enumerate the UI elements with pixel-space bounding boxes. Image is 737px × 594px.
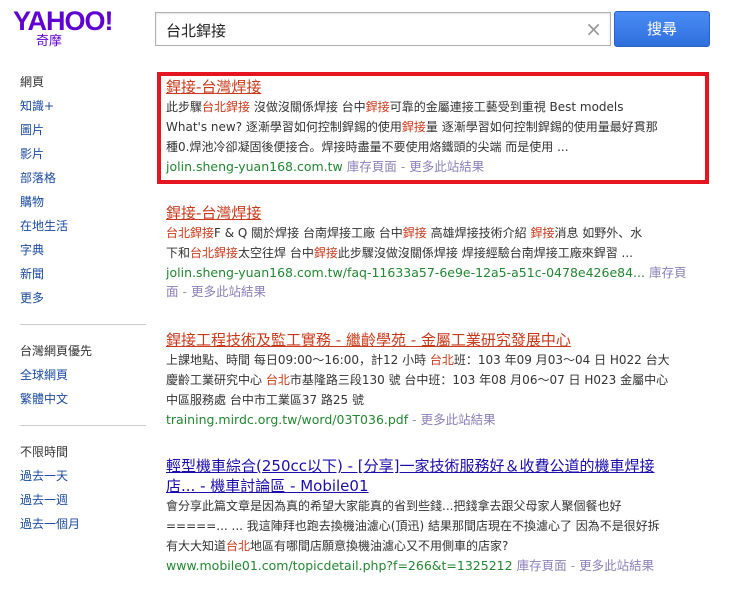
snippet-line: 中區服務處 台中市工業區37 路25 號	[166, 390, 696, 410]
snippet-keyword: 台北銲接	[166, 226, 215, 240]
snippet-keyword: 台北銲接	[190, 246, 239, 260]
sidebar-item[interactable]: 全球網頁	[20, 363, 146, 387]
result-snippet: 台北銲接F & Q 關於焊接 台南焊接工廠 台中銲接 高雄焊接技術介紹 銲接消息…	[166, 223, 696, 263]
sidebar-item[interactable]: 影片	[20, 142, 146, 166]
logo-subtext: 奇摩	[35, 34, 62, 49]
clear-icon[interactable]: ×	[585, 17, 602, 41]
sidebar-item[interactable]: 更多	[20, 286, 146, 310]
sidebar-item[interactable]: 繁體中文	[20, 387, 146, 411]
more-from-site-link[interactable]: 更多此站結果	[421, 412, 496, 427]
snippet-keyword: 銲接	[530, 226, 555, 240]
more-from-site-link[interactable]: 更多此站結果	[579, 558, 654, 573]
sidebar-item[interactable]: 過去一個月	[20, 512, 146, 536]
snippet-keyword: 銲接	[402, 226, 427, 240]
snippet-text: =====... ... 我這陣拜也跑去換機油濾心(頂迅) 結果那間店現在不換濾…	[166, 519, 660, 533]
logo-text: YAHOO!	[13, 6, 114, 36]
meta-separator: -	[182, 284, 188, 299]
snippet-keyword: 台北	[265, 373, 290, 387]
snippet-keyword: 台北	[226, 539, 251, 553]
result-title-link[interactable]: 銲接-台灣焊接	[166, 203, 696, 223]
sidebar-item-selected[interactable]: 網頁	[20, 70, 146, 94]
snippet-text: 地區有哪間店願意換機油濾心又不用側車的店家?	[250, 539, 509, 553]
result-title-link[interactable]: 輕型機車綜合(250cc以下) - [分享]一家技術服務好＆收費公道的機車焊接	[166, 456, 696, 476]
snippet-text: 中區服務處 台中市工業區37 路25 號	[166, 393, 364, 407]
search-button[interactable]: 搜尋	[614, 11, 710, 47]
result-meta: www.mobile01.com/topicdetail.php?f=266&t…	[166, 556, 696, 575]
snippet-line: =====... ... 我這陣拜也跑去換機油濾心(頂迅) 結果那間店現在不換濾…	[166, 516, 696, 536]
sidebar-item-selected[interactable]: 不限時間	[20, 440, 146, 464]
search-result: 銲接工程技術及監工實務 - 繼齡學苑 - 金屬工業研究發展中心 上課地點、時間 每…	[166, 330, 696, 429]
sidebar-item[interactable]: 在地生活	[20, 214, 146, 238]
yahoo-logo[interactable]: YAHOO! 奇摩	[13, 6, 114, 49]
sidebar-item[interactable]: 過去一天	[20, 464, 146, 488]
sidebar-item[interactable]: 新聞	[20, 262, 146, 286]
snippet-text: 班：103 年09 月03～04 日 H022 台大	[453, 353, 670, 367]
sidebar-item[interactable]: 過去一週	[20, 488, 146, 512]
result-title-link[interactable]: 店... - 機車討論區 - Mobile01	[166, 476, 696, 496]
sidebar-item-selected[interactable]: 台灣網頁優先	[20, 339, 146, 363]
result-snippet: 會分享此篇文章是因為真的希望大家能真的省到些錢...把錢拿去跟父母家人聚個餐也好…	[166, 496, 696, 556]
result-title-link[interactable]: 銲接工程技術及監工實務 - 繼齡學苑 - 金屬工業研究發展中心	[166, 330, 696, 350]
snippet-text: 市基隆路三段130 號 台中班：103 年08 月06～07 日 H023 金屬…	[289, 373, 669, 387]
sidebar-item[interactable]: 字典	[20, 238, 146, 262]
more-from-site-link[interactable]: 更多此站結果	[191, 284, 266, 299]
snippet-line: 上課地點、時間 每日09:00～16:00，計12 小時 台北班：103 年09…	[166, 350, 696, 370]
result-meta: training.mirdc.org.tw/word/03T036.pdf - …	[166, 410, 696, 429]
snippet-text: 下和	[166, 246, 191, 260]
result-url[interactable]: training.mirdc.org.tw/word/03T036.pdf	[166, 412, 408, 427]
sidebar-item[interactable]: 知識+	[20, 94, 146, 118]
snippet-text: 太空往焊 台中	[238, 246, 314, 260]
snippet-keyword: 台北	[429, 353, 454, 367]
snippet-line: 台北銲接F & Q 關於焊接 台南焊接工廠 台中銲接 高雄焊接技術介紹 銲接消息…	[166, 223, 696, 243]
meta-separator: -	[570, 558, 576, 573]
snippet-line: 下和台北銲接太空往焊 台中銲接此步驟沒做沒關係焊接 焊接經驗台南焊接工廠來銲習 …	[166, 243, 696, 263]
sidebar-item[interactable]: 部落格	[20, 166, 146, 190]
search-query: 台北銲接	[166, 22, 227, 40]
sidebar-divider	[20, 324, 146, 325]
search-result: 輕型機車綜合(250cc以下) - [分享]一家技術服務好＆收費公道的機車焊接店…	[166, 456, 696, 575]
sidebar-item[interactable]: 購物	[20, 190, 146, 214]
search-result: 銲接-台灣焊接 台北銲接F & Q 關於焊接 台南焊接工廠 台中銲接 高雄焊接技術…	[166, 203, 696, 301]
sidebar-item[interactable]: 圖片	[20, 118, 146, 142]
snippet-text: 消息 如野外、水	[554, 226, 643, 240]
snippet-text: F & Q 關於焊接 台南焊接工廠 台中	[214, 226, 403, 240]
snippet-line: 有大大知道台北地區有哪間店願意換機油濾心又不用側車的店家?	[166, 536, 696, 556]
snippet-text: 此步驟沒做沒關係焊接 焊接經驗台南焊接工廠來銲習 ...	[337, 246, 633, 260]
result-snippet: 上課地點、時間 每日09:00～16:00，計12 小時 台北班：103 年09…	[166, 350, 696, 410]
result-url[interactable]: jolin.sheng-yuan168.com.tw/faq-11633a57-…	[166, 265, 645, 280]
sidebar-divider	[20, 425, 146, 426]
snippet-text: 會分享此篇文章是因為真的希望大家能真的省到些錢...把錢拿去跟父母家人聚個餐也好	[166, 499, 622, 513]
snippet-line: 慶齡工業研究中心 台北市基隆路三段130 號 台中班：103 年08 月06～0…	[166, 370, 696, 390]
result-url[interactable]: www.mobile01.com/topicdetail.php?f=266&t…	[166, 558, 513, 573]
result-meta: jolin.sheng-yuan168.com.tw/faq-11633a57-…	[166, 263, 696, 301]
snippet-text: 慶齡工業研究中心	[166, 373, 266, 387]
search-input[interactable]: 台北銲接 ×	[155, 12, 611, 46]
cache-link[interactable]: 庫存頁面	[517, 558, 567, 573]
meta-separator: -	[412, 412, 417, 427]
snippet-text: 高雄焊接技術介紹	[426, 226, 531, 240]
snippet-text: 有大大知道	[166, 539, 227, 553]
highlight-box	[157, 72, 709, 184]
snippet-keyword: 銲接	[313, 246, 338, 260]
snippet-text: 上課地點、時間 每日09:00～16:00，計12 小時	[166, 353, 430, 367]
snippet-line: 會分享此篇文章是因為真的希望大家能真的省到些錢...把錢拿去跟父母家人聚個餐也好	[166, 496, 696, 516]
sidebar: 網頁 知識+ 圖片 影片 部落格 購物 在地生活 字典 新聞 更多台灣網頁優先 全球網頁 繁體中文不限…	[20, 70, 146, 536]
